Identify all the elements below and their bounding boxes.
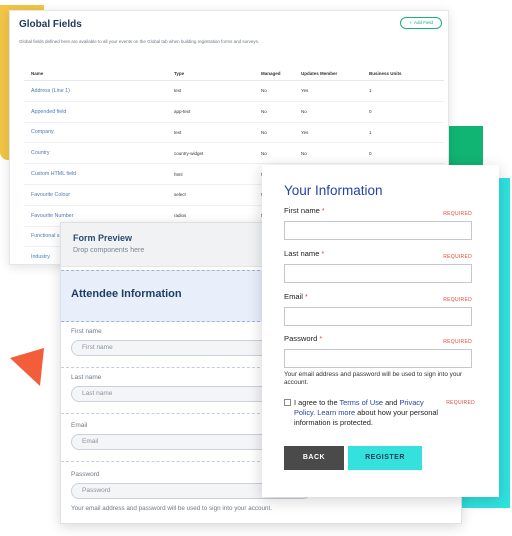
email-field: Email * REQUIRED bbox=[284, 292, 472, 326]
add-field-button[interactable]: + Add Field bbox=[400, 17, 442, 29]
field-business-units: 1 bbox=[369, 129, 372, 135]
field-updates-member: Yes bbox=[301, 129, 309, 135]
table-row[interactable]: Country country-widget No No 0 bbox=[24, 143, 444, 165]
consent-prefix: I agree to the bbox=[294, 398, 340, 407]
field-name-link[interactable]: Appended field bbox=[24, 109, 174, 115]
field-updates-member: Yes bbox=[301, 88, 309, 94]
field-managed: No bbox=[261, 109, 267, 115]
field-updates-member: No bbox=[301, 109, 307, 115]
field-name-link[interactable]: Company bbox=[24, 129, 174, 135]
required-indicator: REQUIRED bbox=[443, 297, 472, 303]
field-name-link[interactable]: Address (Line 1) bbox=[24, 88, 174, 94]
required-indicator: REQUIRED bbox=[443, 339, 472, 345]
required-asterisk: * bbox=[305, 294, 308, 301]
field-business-units: 0 bbox=[369, 109, 372, 115]
table-row[interactable]: Company text No Yes 1 bbox=[24, 123, 444, 144]
field-type: text bbox=[174, 88, 182, 94]
field-type: html bbox=[174, 171, 183, 177]
email-label: Email bbox=[284, 292, 303, 301]
password-note: Your email address and password will be … bbox=[284, 371, 463, 386]
field-managed: No bbox=[261, 88, 267, 94]
preview-field-label: Password bbox=[71, 471, 100, 478]
field-managed: No bbox=[261, 129, 267, 135]
field-type: radios bbox=[174, 213, 187, 219]
last-name-field: Last name * REQUIRED bbox=[284, 249, 472, 283]
field-type: text bbox=[174, 129, 182, 135]
field-updates-member: No bbox=[301, 150, 307, 156]
global-fields-description: Global fields defined here are available… bbox=[19, 39, 260, 44]
stage: Global Fields + Add Field Global fields … bbox=[0, 0, 512, 536]
field-managed: No bbox=[261, 150, 267, 156]
table-row[interactable]: Appended field app-text No No 0 bbox=[24, 102, 444, 123]
password-input[interactable] bbox=[284, 349, 472, 368]
field-name-link[interactable]: Country bbox=[24, 150, 174, 156]
column-header-name[interactable]: Name bbox=[24, 71, 174, 76]
column-header-updates-member[interactable]: Updates Member bbox=[301, 71, 369, 76]
column-header-type[interactable]: Type bbox=[174, 71, 261, 76]
your-information-title: Your Information bbox=[284, 183, 383, 198]
first-name-input[interactable] bbox=[284, 221, 472, 240]
field-business-units: 0 bbox=[369, 150, 372, 156]
last-name-input[interactable] bbox=[284, 264, 472, 283]
email-input[interactable] bbox=[284, 307, 472, 326]
required-indicator: REQUIRED bbox=[443, 211, 472, 217]
back-button[interactable]: BACK bbox=[284, 446, 344, 470]
column-header-business-units[interactable]: Business Units bbox=[369, 71, 429, 76]
required-asterisk: * bbox=[319, 336, 323, 343]
first-name-field: First name * REQUIRED bbox=[284, 206, 472, 240]
field-business-units: 1 bbox=[369, 88, 372, 94]
password-field: Password * REQUIRED bbox=[284, 334, 472, 368]
required-indicator: REQUIRED bbox=[443, 254, 472, 260]
consent-checkbox[interactable] bbox=[284, 399, 291, 406]
last-name-label: Last name bbox=[284, 249, 320, 258]
terms-of-use-link[interactable]: Terms of Use bbox=[339, 398, 383, 407]
field-name-link[interactable]: Favourite Number bbox=[24, 213, 174, 219]
preview-field-label: Last name bbox=[71, 374, 102, 381]
consent-text: I agree to the Terms of Use and Privacy … bbox=[294, 398, 446, 428]
field-name-link[interactable]: Favourite Colour bbox=[24, 192, 174, 198]
preview-field-label: First name bbox=[71, 328, 102, 335]
password-label: Password bbox=[284, 334, 318, 343]
add-field-label: Add Field bbox=[413, 20, 433, 25]
preview-password-note: Your email address and password will be … bbox=[71, 505, 273, 512]
orange-triangle-decoration bbox=[10, 348, 46, 391]
required-asterisk: * bbox=[321, 208, 325, 215]
consent-and: and bbox=[383, 398, 400, 407]
form-preview-subtitle: Drop components here bbox=[73, 247, 145, 254]
first-name-label: First name bbox=[284, 206, 320, 215]
global-fields-title: Global Fields bbox=[19, 19, 82, 30]
column-header-managed[interactable]: Managed bbox=[261, 71, 301, 76]
learn-more-link[interactable]: Learn more bbox=[317, 408, 355, 417]
field-type: country-widget bbox=[174, 150, 204, 156]
preview-field-label: Email bbox=[71, 422, 88, 429]
field-type: select bbox=[174, 192, 186, 198]
your-information-card: Your Information First name * REQUIRED La… bbox=[262, 165, 499, 497]
field-type: app-text bbox=[174, 109, 191, 115]
form-preview-title: Form Preview bbox=[73, 233, 133, 243]
table-header: Name Type Managed Updates Member Busines… bbox=[24, 67, 444, 81]
register-button[interactable]: REGISTER bbox=[348, 446, 422, 470]
required-indicator: REQUIRED bbox=[446, 400, 475, 406]
field-name-link[interactable]: Custom HTML field bbox=[24, 171, 174, 177]
table-row[interactable]: Address (Line 1) text No Yes 1 bbox=[24, 81, 444, 102]
plus-icon: + bbox=[409, 20, 412, 25]
required-asterisk: * bbox=[321, 251, 325, 258]
attendee-section-title: Attendee Information bbox=[71, 288, 182, 300]
